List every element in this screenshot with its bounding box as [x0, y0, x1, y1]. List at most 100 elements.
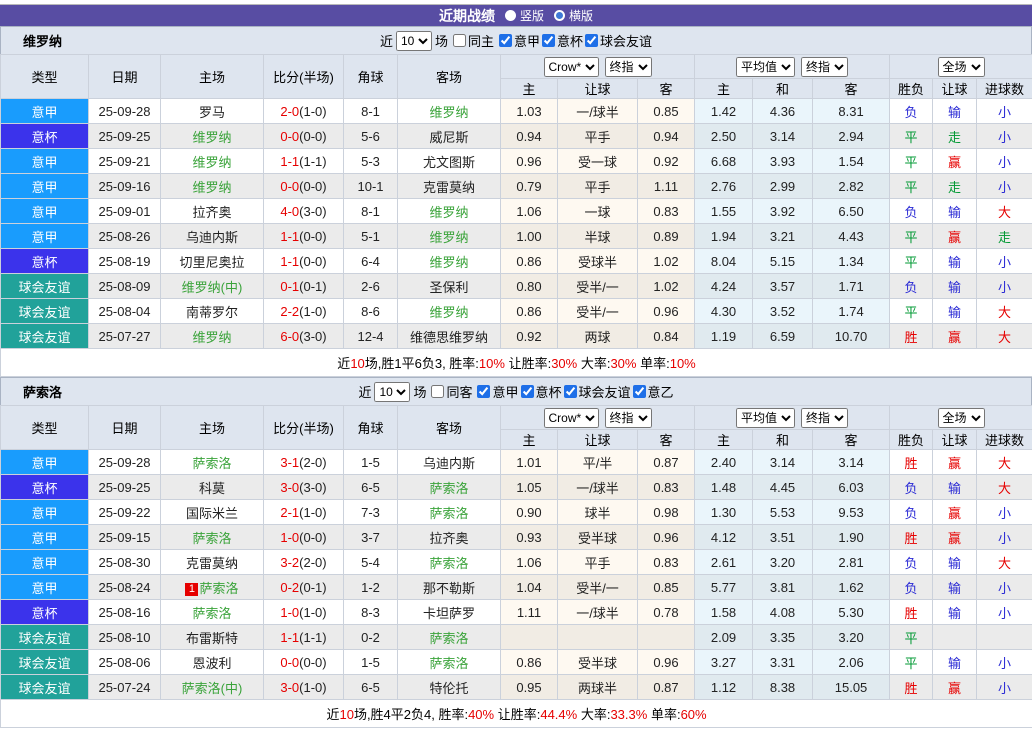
date-cell: 25-08-19	[89, 249, 161, 274]
date-cell: 25-09-25	[89, 124, 161, 149]
league-filter[interactable]: 意杯	[519, 382, 562, 401]
home-team-name: 维罗纳	[192, 330, 231, 345]
layout-horizontal-radio[interactable]: 横版	[554, 7, 593, 24]
league-filter-label: 意杯	[557, 31, 583, 50]
col-header-avg-home: 主	[695, 430, 753, 450]
home-team-name: 维罗纳	[192, 180, 231, 195]
avg-home-odds-cell: 2.40	[695, 450, 753, 475]
fulltime-score: 6-0	[280, 329, 299, 344]
home-team-name: 萨索洛(中)	[182, 681, 243, 696]
league-filter-checkbox[interactable]	[633, 385, 646, 398]
handicap-result-value: 赢	[948, 531, 961, 546]
fulltime-score: 4-0	[280, 204, 299, 219]
avg-home-odds-cell: 8.04	[695, 249, 753, 274]
goals-result-value: 小	[998, 130, 1011, 145]
handicap-away-odds-cell: 1.02	[638, 249, 695, 274]
same-venue-checkbox[interactable]	[431, 385, 444, 398]
result-cell: 胜	[890, 324, 933, 349]
rank-badge: 1	[185, 583, 198, 596]
away-team-name: 萨索洛	[429, 506, 468, 521]
same-venue-checkbox-group[interactable]: 同客	[429, 382, 472, 401]
league-filter-checkbox[interactable]	[521, 385, 534, 398]
fulltime-score: 2-0	[280, 104, 299, 119]
fulltime-score: 1-1	[280, 229, 299, 244]
avg-draw-odds-cell: 3.51	[753, 525, 813, 550]
odds-final-select[interactable]: 终指	[605, 408, 652, 428]
avg-final-select[interactable]: 终指	[801, 57, 848, 77]
summary-text-part: 单率:	[647, 707, 680, 722]
goals-result-cell: 小	[977, 149, 1032, 174]
handicap-result-value: 输	[948, 255, 961, 270]
avg-final-select[interactable]: 终指	[801, 408, 848, 428]
league-filter-checkbox[interactable]	[499, 34, 512, 47]
avg-home-odds-cell: 1.19	[695, 324, 753, 349]
result-value: 平	[905, 255, 918, 270]
avg-draw-odds-cell: 3.21	[753, 224, 813, 249]
away-team-name: 圣保利	[429, 280, 468, 295]
goals-result-cell: 大	[977, 450, 1032, 475]
odds-provider-select[interactable]: Crow*	[544, 57, 599, 77]
away-team-name: 维罗纳	[429, 205, 468, 220]
summary-text-part: 10	[339, 707, 353, 722]
col-header-avg-draw: 和	[753, 430, 813, 450]
col-header-handicap-result: 让球	[933, 430, 977, 450]
summary-text-part: 44.4%	[540, 707, 577, 722]
league-filter[interactable]: 意甲	[497, 31, 540, 50]
avg-away-odds-cell: 1.74	[813, 299, 890, 324]
league-filter-checkbox[interactable]	[564, 385, 577, 398]
handicap-line-cell: 一/球半	[558, 475, 638, 500]
goals-result-value: 小	[998, 531, 1011, 546]
goals-result-cell: 小	[977, 99, 1032, 124]
handicap-away-odds-cell: 0.83	[638, 475, 695, 500]
league-filter[interactable]: 意杯	[540, 31, 583, 50]
col-header-handicap: 让球	[558, 79, 638, 99]
away-team-cell: 萨索洛	[398, 550, 501, 575]
odds-final-select[interactable]: 终指	[605, 57, 652, 77]
away-team-cell: 维罗纳	[398, 199, 501, 224]
league-filter-checkbox[interactable]	[585, 34, 598, 47]
league-filter[interactable]: 意乙	[631, 382, 674, 401]
match-row: 意杯25-08-16萨索洛1-0(1-0)8-3卡坦萨罗1.11一/球半0.78…	[1, 600, 1032, 625]
avg-draw-odds-cell: 3.92	[753, 199, 813, 224]
handicap-line-cell: 受球半	[558, 249, 638, 274]
match-count-select[interactable]: 10	[396, 31, 432, 51]
layout-vertical-radio[interactable]: 竖版	[505, 7, 544, 24]
avg-away-odds-cell: 6.03	[813, 475, 890, 500]
league-filter[interactable]: 球会友谊	[562, 382, 631, 401]
avg-away-odds-cell: 1.54	[813, 149, 890, 174]
match-row: 意甲25-09-21维罗纳1-1(1-1)5-3尤文图斯0.96受一球0.926…	[1, 149, 1032, 174]
avg-select[interactable]: 平均值	[736, 408, 795, 428]
score-cell: 1-1(1-1)	[264, 625, 344, 650]
handicap-home-odds-cell: 0.86	[501, 650, 558, 675]
league-filter-checkbox[interactable]	[542, 34, 555, 47]
handicap-odds-group: Crow* 终指	[501, 55, 695, 79]
corner-cell: 8-3	[344, 600, 398, 625]
avg-away-odds-cell: 5.30	[813, 600, 890, 625]
scope-select[interactable]: 全场	[938, 408, 985, 428]
home-team-cell: 萨索洛	[161, 600, 264, 625]
handicap-result-cell: 输	[933, 299, 977, 324]
match-count-select[interactable]: 10	[374, 382, 410, 402]
avg-home-odds-cell: 6.68	[695, 149, 753, 174]
same-venue-checkbox-group[interactable]: 同主	[451, 31, 494, 50]
avg-draw-odds-cell: 4.08	[753, 600, 813, 625]
league-filter[interactable]: 球会友谊	[583, 31, 652, 50]
league-type-cell: 球会友谊	[1, 675, 89, 700]
halftime-score: (0-1)	[299, 580, 326, 595]
league-filter-checkbox[interactable]	[477, 385, 490, 398]
away-team-name: 萨索洛	[429, 481, 468, 496]
result-value: 平	[905, 180, 918, 195]
scope-select[interactable]: 全场	[938, 57, 985, 77]
same-venue-checkbox[interactable]	[453, 34, 466, 47]
avg-away-odds-cell: 2.06	[813, 650, 890, 675]
away-team-name: 维罗纳	[429, 305, 468, 320]
odds-provider-select[interactable]: Crow*	[544, 408, 599, 428]
avg-away-odds-cell: 8.31	[813, 99, 890, 124]
home-team-name: 维罗纳	[192, 155, 231, 170]
avg-select[interactable]: 平均值	[736, 57, 795, 77]
home-team-name: 科莫	[199, 481, 225, 496]
result-value: 负	[905, 105, 918, 120]
handicap-away-odds-cell: 0.96	[638, 525, 695, 550]
league-filter[interactable]: 意甲	[475, 382, 518, 401]
league-filter-label: 球会友谊	[600, 31, 652, 50]
